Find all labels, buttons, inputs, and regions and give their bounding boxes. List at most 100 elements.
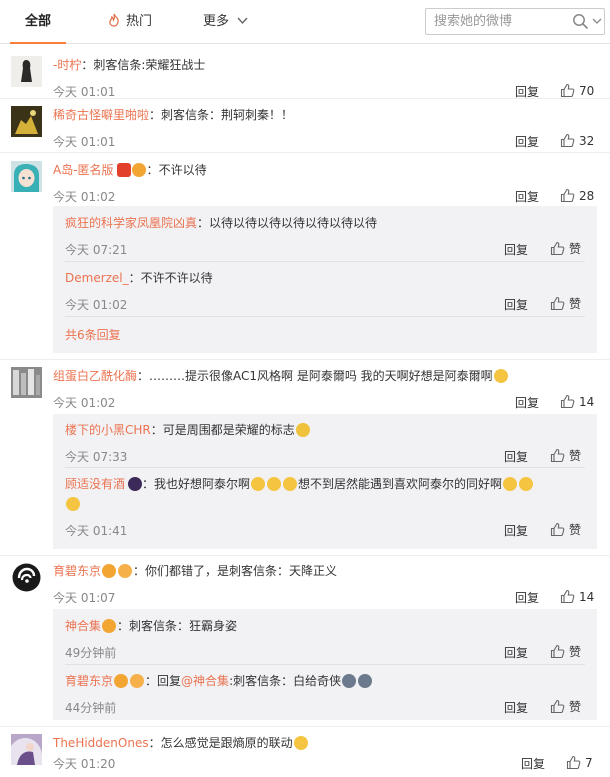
username-link[interactable]: Demerzel_ [65,271,129,285]
colon: ： [149,108,162,122]
username-link[interactable]: 育碧东京 [65,674,113,688]
like-button[interactable]: 14 [560,588,594,606]
like-count: 32 [579,134,595,148]
thumbs-up-icon [560,83,575,98]
reply-button[interactable]: 回复 [515,189,539,205]
like-button[interactable]: 32 [560,132,594,150]
like-button[interactable]: 赞 [550,295,581,313]
reply-time: 今天 07:21 [65,243,128,257]
like-button[interactable]: 14 [560,393,594,411]
like-count: 14 [579,395,595,409]
avatar[interactable] [11,56,42,87]
reply-button[interactable]: 回复 [515,590,539,606]
reply-button[interactable]: 回复 [504,297,528,313]
avatar[interactable] [11,367,42,398]
search-input[interactable] [426,9,566,34]
colon: ： [117,619,130,633]
emoji-icon [358,674,373,688]
thumbs-up-icon [550,699,565,714]
thumbs-up-icon [560,589,575,604]
divider [65,467,585,468]
username-link[interactable]: 稀奇古怪噼里啪啦 [53,108,149,122]
reply-text: 不许不许以待 [140,271,213,285]
username-link[interactable]: -时柠 [53,58,81,72]
username-link[interactable]: 神合集 [65,619,101,633]
reply-text: :刺客信条：白给奇侠 [229,674,342,688]
comment-time: 今天 01:07 [53,591,116,605]
search-icon[interactable] [572,13,589,30]
reply-button[interactable]: 回复 [515,134,539,150]
comment-text: 怎么感觉是跟熵原的联动 [160,736,293,750]
like-button[interactable]: 赞 [550,240,581,258]
comment-item: -时柠：刺客信条:荣耀狂战士 今天 01:01 回复 70 [0,56,610,99]
like-button[interactable]: 赞 [550,698,581,716]
chevron-down-icon[interactable] [592,13,602,29]
divider [65,261,585,262]
reply-prefix: 回复 [157,674,182,688]
sub-reply-item: 育碧东京 ：回复@神合集:刺客信条：白给奇侠 44分钟前 回复 赞 [53,672,597,715]
reply-text: 刺客信条：狂霸身姿 [129,619,238,633]
reply-button[interactable]: 回复 [504,700,528,716]
colon: ： [81,58,94,72]
sub-reply-item: 楼下的小黑CHR：可是周围都是荣耀的标志 今天 07:33 回复 赞 [53,421,597,464]
avatar[interactable] [11,734,42,765]
colon: ： [150,423,163,437]
avatar[interactable] [11,106,42,137]
emoji-icon [251,477,266,491]
reply-button[interactable]: 回复 [504,242,528,258]
username-link[interactable]: 疯狂的科学家凤凰院凶真 [65,216,197,230]
divider [0,359,610,360]
mention-link[interactable]: @神合集 [181,674,229,688]
colon: ： [142,477,155,491]
thumbs-up-icon [550,522,565,537]
reply-button[interactable]: 回复 [515,395,539,411]
sub-reply-item: 疯狂的科学家凤凰院凶真：以待以待以待以待以待以待以待 今天 07:21 回复 赞 [53,214,597,257]
more-replies-link[interactable]: 共6条回复 [65,327,121,343]
username-link[interactable]: 育碧东京 [53,564,101,578]
emoji-icon [503,477,518,491]
reply-button[interactable]: 回复 [504,645,528,661]
comment-time: 今天 01:01 [53,135,116,149]
like-label: 赞 [569,700,582,714]
comment-item: 育碧东京 ：你们都错了，是刺客信条：天降正义 今天 01:07 回复 14 [0,562,610,605]
fire-icon [109,13,119,27]
like-button[interactable]: 赞 [550,447,581,465]
chevron-down-icon [237,17,248,25]
reply-text: 我也好想阿泰尔啊 [154,477,251,491]
tab-all[interactable]: 全部 [10,0,66,44]
avatar[interactable] [11,161,42,192]
like-button[interactable]: 28 [560,187,594,205]
comment-time: 今天 01:20 [53,757,116,771]
emoji-icon [519,477,534,491]
reply-button[interactable]: 回复 [521,756,545,772]
reply-button[interactable]: 回复 [504,523,528,539]
emoji-icon [283,477,298,491]
username-link[interactable]: TheHiddenOnes [53,736,149,750]
like-label: 赞 [569,297,582,311]
tab-hot[interactable]: 热门 [108,0,152,43]
colon: ： [148,736,161,750]
thumbs-up-icon [560,133,575,148]
divider [65,316,585,317]
like-count: 70 [579,84,595,98]
username-link[interactable]: 顾适没有酒 [65,477,125,491]
tab-more[interactable]: 更多 [203,0,248,43]
username-link[interactable]: 组蛋白乙酰化酶 [53,369,137,383]
username-link[interactable]: 楼下的小黑CHR [65,423,151,437]
tab-more-label: 更多 [203,14,230,29]
username-link[interactable]: A岛-匿名版 [53,163,114,177]
like-button[interactable]: 赞 [550,643,581,661]
reply-button[interactable]: 回复 [504,449,528,465]
reply-text: 以待以待以待以待以待以待以待 [209,216,378,230]
comment-text: 你们都错了，是刺客信条：天降正义 [145,564,338,578]
avatar[interactable] [11,562,42,593]
like-button[interactable]: 赞 [550,521,581,539]
divider [0,555,610,556]
reply-time: 今天 01:02 [65,298,128,312]
thumbs-up-icon [550,448,565,463]
colon: ： [137,369,150,383]
reply-text: 可是周围都是荣耀的标志 [162,423,295,437]
like-button[interactable]: 7 [566,754,593,772]
verified-badge-icon [128,477,143,491]
comment-time: 今天 01:02 [53,396,116,410]
